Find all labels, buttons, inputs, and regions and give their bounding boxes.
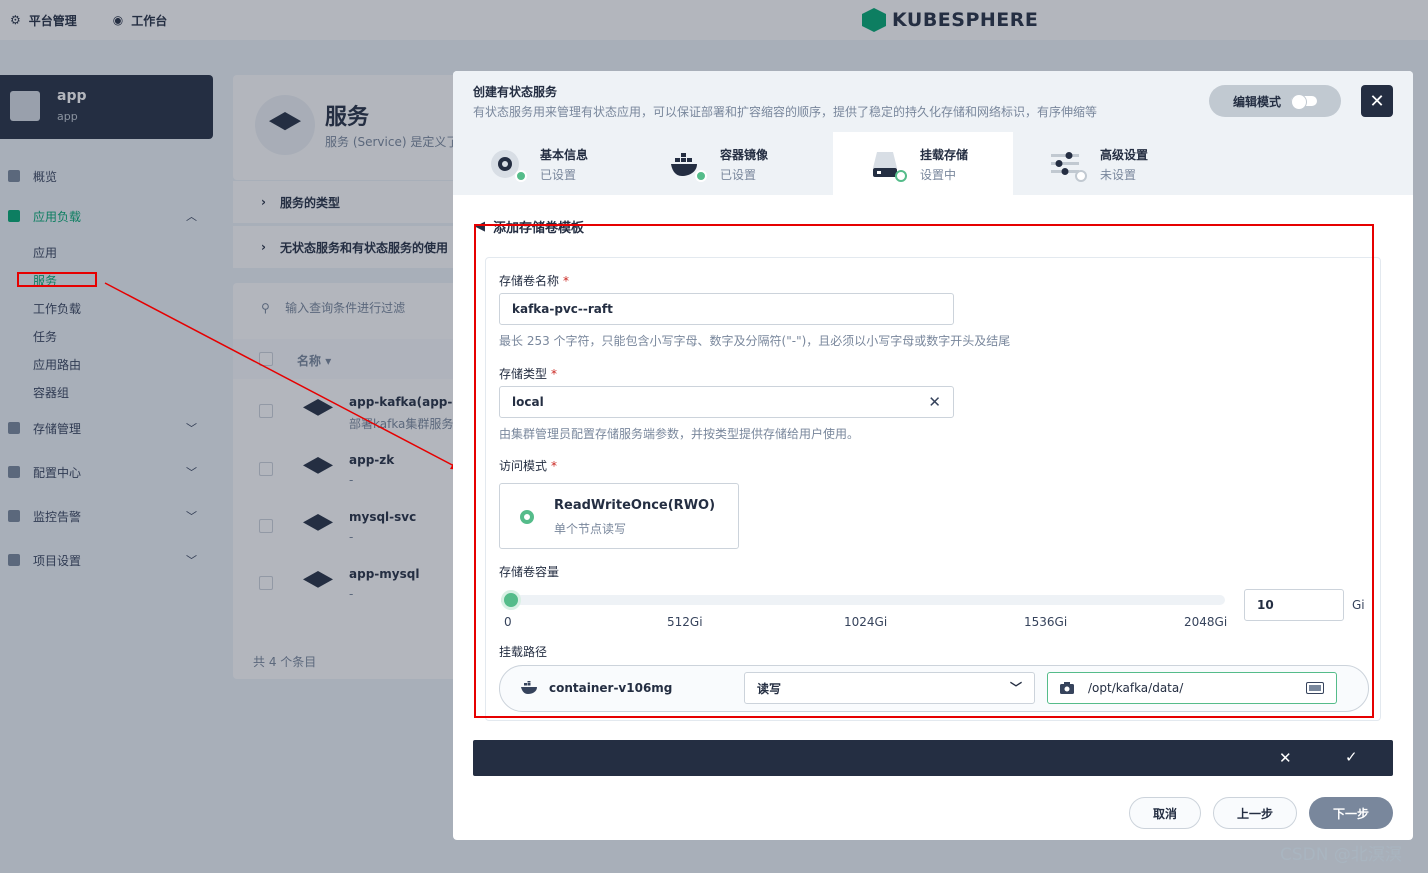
confirm-template-icon[interactable]: ✓	[1345, 748, 1358, 766]
status-dot	[515, 170, 527, 182]
cancel-button[interactable]: 取消	[1129, 797, 1201, 829]
cancel-template-icon[interactable]: ✕	[1279, 749, 1292, 767]
template-action-bar: ✕ ✓	[473, 740, 1393, 776]
step-container-image[interactable]: 容器镜像 已设置	[633, 132, 813, 195]
watermark: CSDN @北溟溟	[1280, 845, 1402, 865]
modal-desc: 有状态服务用来管理有状态应用，可以保证部署和扩容缩容的顺序，提供了稳定的持久化存…	[473, 105, 1098, 119]
status-dot	[695, 170, 707, 182]
toggle-switch-icon	[1291, 94, 1317, 110]
step-advanced-settings[interactable]: 高级设置 未设置	[1013, 132, 1193, 195]
step-basic-info[interactable]: 基本信息 已设置	[453, 132, 633, 195]
status-dot	[895, 170, 907, 182]
status-dot	[1075, 170, 1087, 182]
previous-button[interactable]: 上一步	[1213, 797, 1297, 829]
modal-title: 创建有状态服务	[473, 85, 558, 99]
step-mount-storage[interactable]: 挂载存储 设置中	[833, 132, 1013, 195]
modal-header: 创建有状态服务 有状态服务用来管理有状态应用，可以保证部署和扩容缩容的顺序，提供…	[453, 71, 1413, 132]
edit-mode-toggle[interactable]: 编辑模式	[1209, 85, 1341, 117]
wizard-steps: 基本信息 已设置 容器镜像 已设置 挂载存储 设置中 高级设置 未设置	[453, 132, 1413, 195]
next-button[interactable]: 下一步	[1309, 797, 1393, 829]
annotation-box-services	[17, 272, 97, 287]
annotation-box-form	[474, 224, 1374, 718]
close-icon[interactable]: ✕	[1361, 85, 1393, 117]
